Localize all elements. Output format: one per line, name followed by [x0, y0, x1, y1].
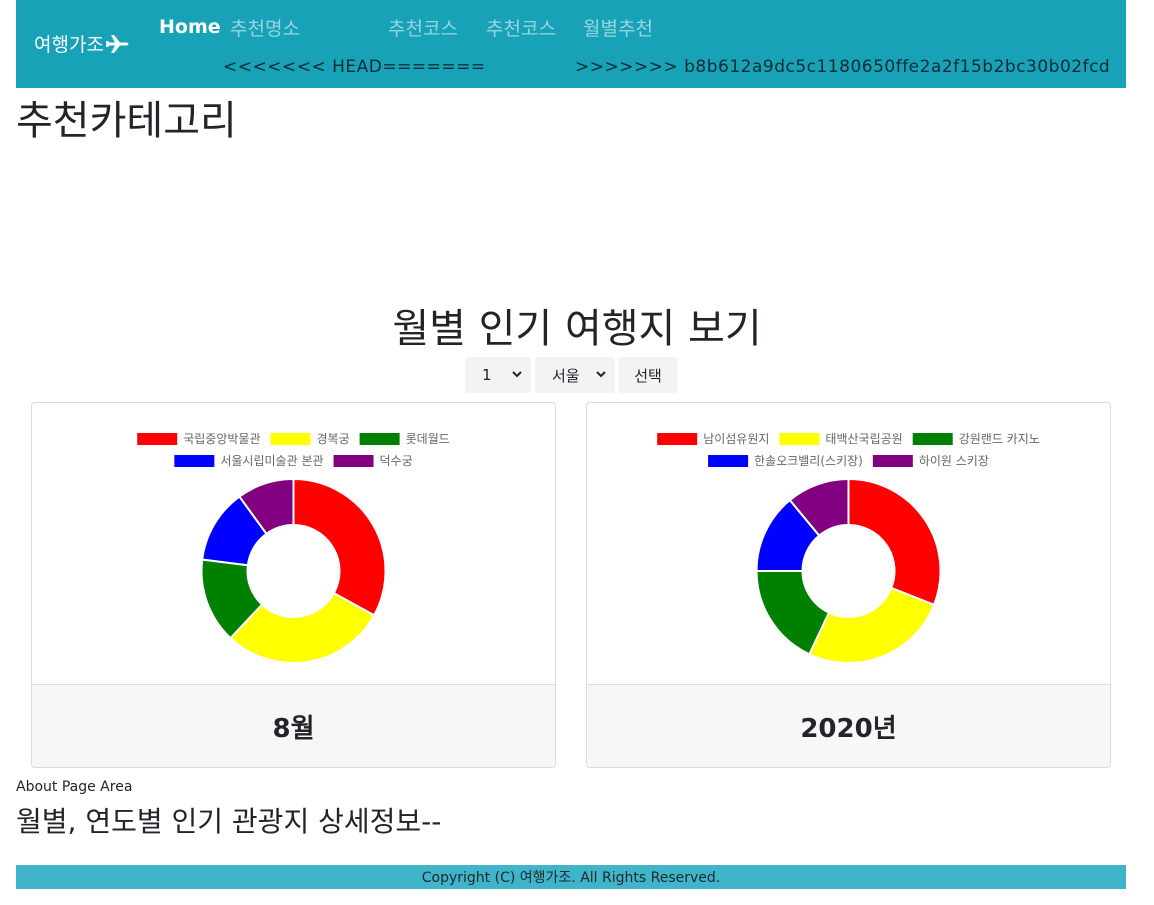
brand-logo[interactable]: 여행가조: [34, 30, 130, 57]
legend-swatch[interactable]: [912, 433, 953, 445]
merge-conflict-tail: >>>>>>> b8b612a9dc5c1180650ffe2a2f15b2bc…: [575, 57, 1111, 77]
monthly-card-footer: 8월: [32, 684, 555, 767]
copyright-text: Copyright (C) 여행가조. All Rights Reserved.: [421, 870, 721, 886]
donut-slice[interactable]: [847, 477, 942, 607]
legend-swatch[interactable]: [779, 433, 820, 445]
yearly-chart-card: 남이섬유원지 태백산국립공원 강원랜드 카지노 한솔오크밸리(스키장) 하이원 스키장 …: [586, 402, 1111, 768]
region-select[interactable]: 서울: [535, 357, 615, 393]
nav-monthly-recommendation[interactable]: 월별추천: [583, 14, 653, 41]
legend-label[interactable]: 하이원 스키장: [919, 454, 989, 468]
category-title: 추천카테고리: [16, 98, 237, 144]
brand-name: 여행가조: [34, 34, 104, 56]
nav-recommended-course-2[interactable]: 추천코스: [486, 14, 556, 41]
yearly-donut-chart: 남이섬유원지 태백산국립공원 강원랜드 카지노한솔오크밸리(스키장) 하이원 스키장: [657, 432, 1040, 664]
chevron-down-icon: [596, 371, 606, 378]
legend-swatch[interactable]: [137, 433, 178, 445]
legend-label[interactable]: 서울시립미술관 본관: [220, 454, 323, 468]
monthly-chart-card: 국립중앙박물관 경복궁 롯데월드서울시립미술관 본관 덕수궁 8월: [31, 402, 556, 768]
donut-slice[interactable]: [807, 586, 936, 664]
legend-label[interactable]: 강원랜드 카지노: [959, 432, 1040, 446]
select-button-label: 선택: [634, 366, 662, 385]
nav-recommended-places[interactable]: 추천명소: [230, 14, 300, 41]
legend-swatch[interactable]: [333, 455, 374, 467]
yearly-card-footer: 2020년: [587, 684, 1110, 767]
chevron-down-icon: [512, 371, 522, 378]
legend-label[interactable]: 덕수궁: [380, 454, 413, 468]
monthly-donut-chart: 국립중앙박물관 경복궁 롯데월드서울시립미술관 본관 덕수궁: [137, 432, 450, 664]
legend-label[interactable]: 국립중앙박물관: [183, 432, 260, 446]
navbar: 여행가조 Home 추천명소 추천코스 추천코스 월별추천 <<<<<<< HE…: [16, 0, 1126, 88]
legend-label[interactable]: 경복궁: [317, 432, 350, 446]
detail-title: 월별, 연도별 인기 관광지 상세정보--: [16, 805, 442, 838]
legend-swatch[interactable]: [359, 433, 400, 445]
legend-swatch[interactable]: [872, 455, 913, 467]
legend-label[interactable]: 태백산국립공원: [825, 432, 902, 446]
legend-label[interactable]: 남이섬유원지: [703, 432, 769, 446]
donut-slice[interactable]: [292, 477, 387, 617]
legend-label[interactable]: 한솔오크밸리(스키장): [754, 454, 863, 468]
month-select[interactable]: 1: [465, 357, 531, 393]
merge-conflict-head: <<<<<<< HEAD=======: [223, 57, 486, 77]
section-title: 월별 인기 여행지 보기: [392, 306, 762, 352]
select-button[interactable]: 선택: [619, 357, 677, 393]
legend-label[interactable]: 롯데월드: [406, 432, 450, 446]
nav-home[interactable]: Home: [159, 16, 221, 38]
footer: Copyright (C) 여행가조. All Rights Reserved.: [16, 865, 1126, 889]
month-select-value: 1: [482, 366, 492, 384]
month-label: 8월: [272, 713, 315, 744]
legend-swatch[interactable]: [657, 433, 698, 445]
region-select-value: 서울: [552, 366, 580, 385]
legend-swatch[interactable]: [708, 455, 749, 467]
nav-recommended-course-1[interactable]: 추천코스: [388, 14, 458, 41]
legend-swatch[interactable]: [174, 455, 215, 467]
about-label: About Page Area: [16, 779, 133, 795]
airplane-icon: [105, 34, 129, 53]
legend-swatch[interactable]: [270, 433, 311, 445]
year-label: 2020년: [800, 713, 897, 744]
